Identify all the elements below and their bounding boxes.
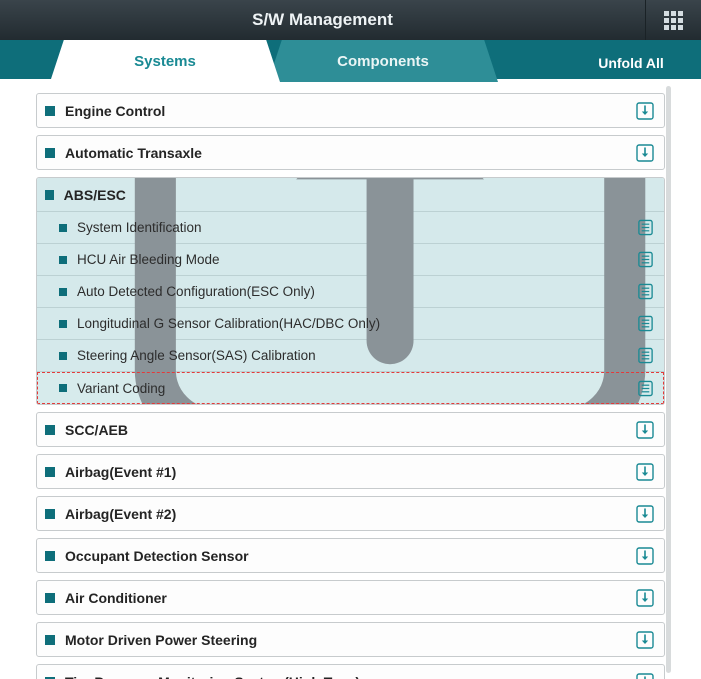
row-label: Airbag(Event #1)	[65, 464, 176, 480]
bullet-icon	[45, 551, 55, 561]
subrow-label: Variant Coding	[77, 381, 165, 396]
tab-components[interactable]: Components	[268, 40, 498, 82]
row-label: Tire Pressure Monitoring System(High Typ…	[65, 674, 360, 679]
system-row-automatic-transaxle[interactable]: Automatic Transaxle	[36, 135, 665, 170]
row-label: Air Conditioner	[65, 590, 167, 606]
bullet-icon	[59, 288, 67, 296]
tab-systems[interactable]: Systems	[50, 40, 280, 82]
app-header: S/W Management	[0, 0, 701, 40]
system-row-engine-control[interactable]: Engine Control	[36, 93, 665, 128]
system-row-airbag-event1[interactable]: Airbag(Event #1)	[36, 454, 665, 489]
row-label: ABS/ESC	[64, 187, 126, 203]
bullet-icon	[45, 425, 55, 435]
row-label: Automatic Transaxle	[65, 145, 202, 161]
download-icon	[636, 505, 654, 523]
bullet-icon	[45, 635, 55, 645]
download-icon	[636, 102, 654, 120]
scrollbar[interactable]	[666, 86, 671, 673]
bullet-icon	[59, 352, 67, 360]
row-label: Occupant Detection Sensor	[65, 548, 249, 564]
page-title: S/W Management	[0, 10, 645, 30]
system-row-scc-aeb[interactable]: SCC/AEB	[36, 412, 665, 447]
bullet-icon	[59, 320, 67, 328]
system-row-abs-esc[interactable]: ABS/ESC	[37, 178, 664, 212]
download-icon	[636, 547, 654, 565]
row-label: Motor Driven Power Steering	[65, 632, 257, 648]
system-group-abs-esc: ABS/ESC System Identification HCU Air Bl…	[36, 177, 665, 405]
row-label: Engine Control	[65, 103, 165, 119]
bullet-icon	[45, 190, 54, 200]
download-icon	[636, 589, 654, 607]
system-row-tpms-high[interactable]: Tire Pressure Monitoring System(High Typ…	[36, 664, 665, 679]
download-icon	[636, 463, 654, 481]
bullet-icon	[45, 467, 55, 477]
bullet-icon	[45, 148, 55, 158]
document-icon	[637, 219, 654, 236]
system-row-air-conditioner[interactable]: Air Conditioner	[36, 580, 665, 615]
app-root: S/W Management Systems Components Unfold…	[0, 0, 701, 679]
bullet-icon	[45, 593, 55, 603]
subrow-label: HCU Air Bleeding Mode	[77, 252, 220, 267]
bullet-icon	[45, 106, 55, 116]
bullet-icon	[59, 256, 67, 264]
download-icon	[636, 144, 654, 162]
download-icon	[636, 673, 654, 679]
apps-menu-button[interactable]	[645, 0, 701, 40]
document-icon	[637, 380, 654, 397]
document-icon	[637, 347, 654, 364]
subrow-label: Longitudinal G Sensor Calibration(HAC/DB…	[77, 316, 380, 331]
system-row-airbag-event2[interactable]: Airbag(Event #2)	[36, 496, 665, 531]
tab-bar: Systems Components Unfold All	[0, 40, 701, 82]
unfold-all-button[interactable]: Unfold All	[561, 44, 701, 82]
subrow-label: Steering Angle Sensor(SAS) Calibration	[77, 348, 316, 363]
row-label: SCC/AEB	[65, 422, 128, 438]
row-label: Airbag(Event #2)	[65, 506, 176, 522]
subrow-label: Auto Detected Configuration(ESC Only)	[77, 284, 315, 299]
document-icon	[637, 251, 654, 268]
systems-list: Engine Control Automatic Transaxle ABS/E…	[0, 82, 701, 679]
bullet-icon	[59, 384, 67, 392]
download-icon	[636, 421, 654, 439]
apps-grid-icon	[664, 11, 683, 30]
bullet-icon	[45, 509, 55, 519]
bullet-icon	[59, 224, 67, 232]
system-row-mdps[interactable]: Motor Driven Power Steering	[36, 622, 665, 657]
system-row-occupant-detection[interactable]: Occupant Detection Sensor	[36, 538, 665, 573]
document-icon	[637, 283, 654, 300]
subrow-label: System Identification	[77, 220, 202, 235]
download-icon	[636, 631, 654, 649]
document-icon	[637, 315, 654, 332]
